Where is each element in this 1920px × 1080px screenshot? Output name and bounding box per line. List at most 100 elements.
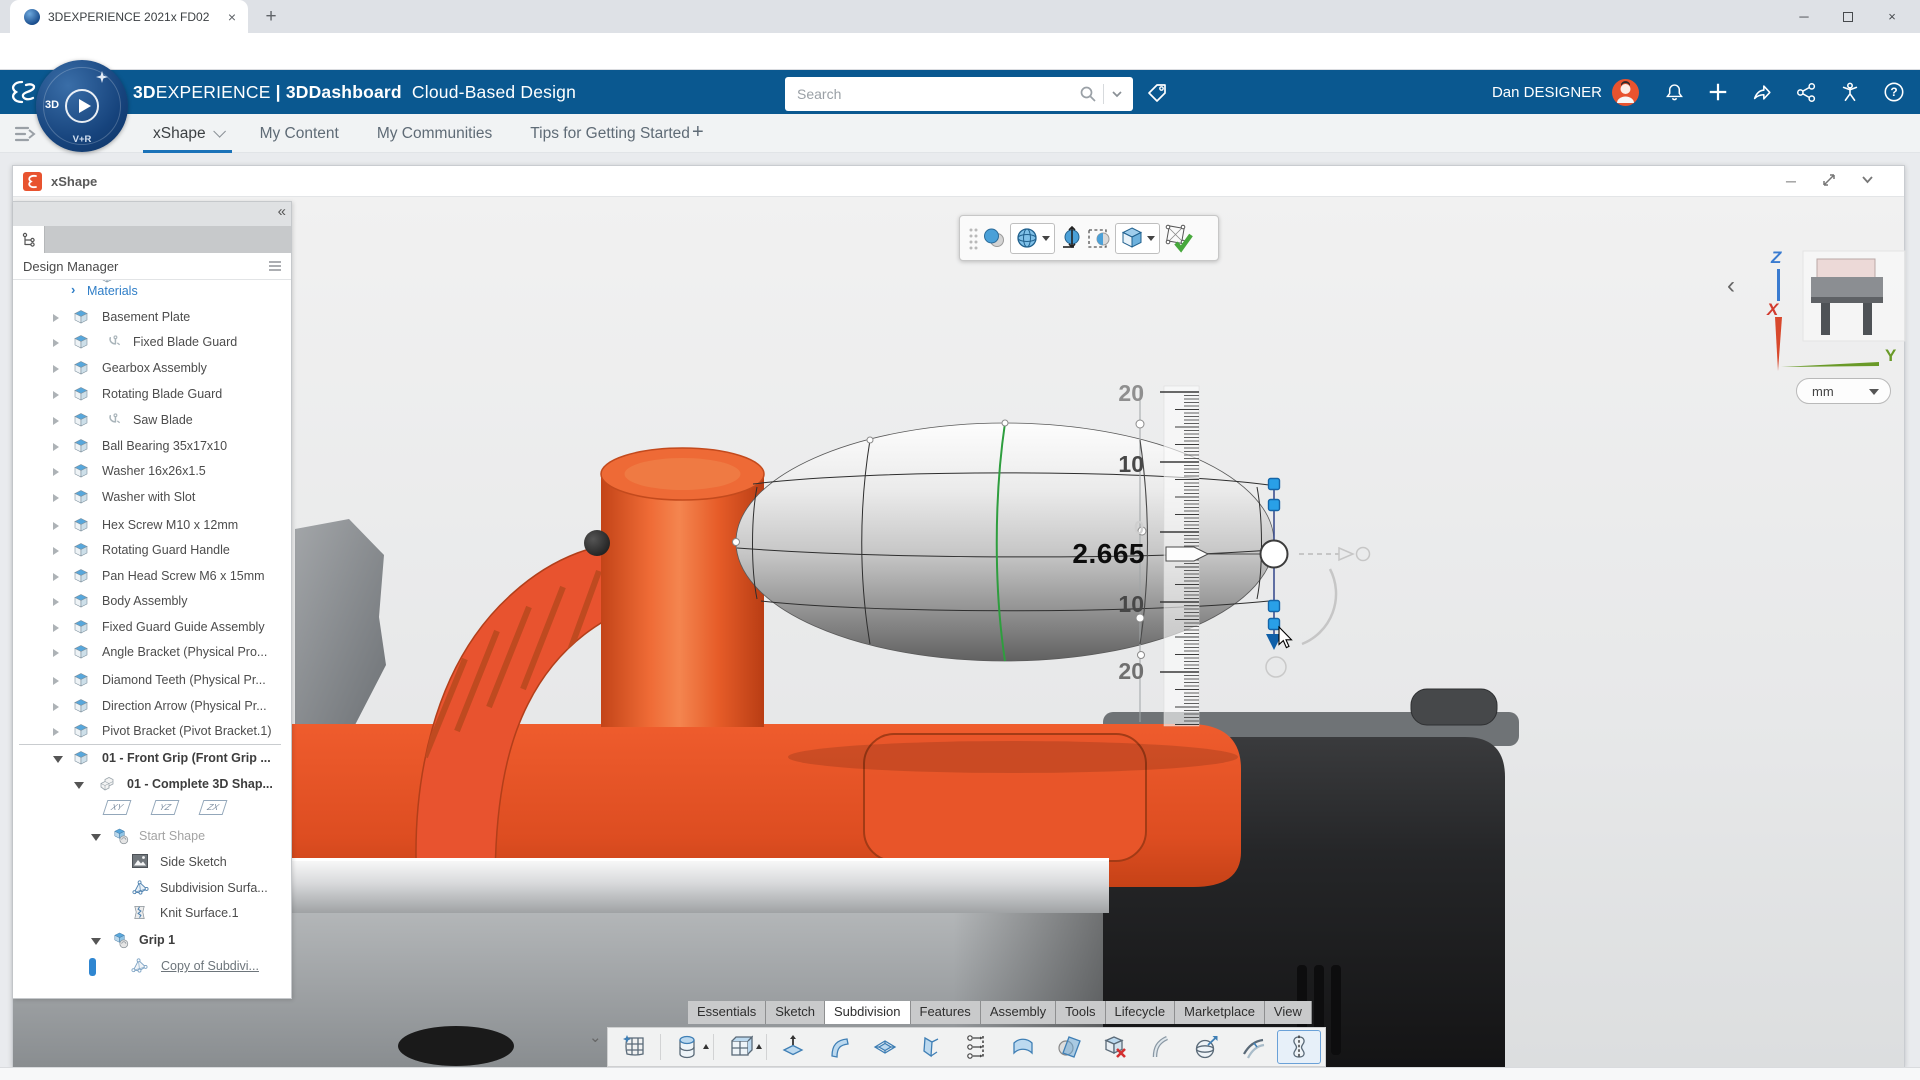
- ribbon-tab-view[interactable]: View: [1264, 1001, 1312, 1024]
- 3dswym-icon[interactable]: [1839, 81, 1861, 103]
- expander-collapsed-icon[interactable]: [53, 494, 59, 502]
- tree-item[interactable]: Knit Surface.1: [13, 902, 291, 926]
- search-icon[interactable]: [1079, 85, 1097, 103]
- expander-collapsed-icon[interactable]: [53, 649, 59, 657]
- plane-xy-icon[interactable]: XY: [102, 800, 132, 815]
- expander-collapsed-icon[interactable]: [53, 573, 59, 581]
- ok-confirm-icon[interactable]: [1164, 223, 1194, 253]
- extrude-face-icon[interactable]: [771, 1030, 815, 1064]
- delete-face-icon[interactable]: [1093, 1030, 1137, 1064]
- select-element-icon[interactable]: [1087, 226, 1111, 250]
- crease-face-icon[interactable]: [909, 1030, 953, 1064]
- curved-face-icon[interactable]: [1001, 1030, 1045, 1064]
- tree-item[interactable]: Pivot Bracket (Pivot Bracket.1): [13, 720, 291, 744]
- tree-item[interactable]: Grip 1: [13, 929, 291, 953]
- cylinder-primitive-icon[interactable]: [665, 1030, 709, 1064]
- share-arrow-icon[interactable]: [1751, 81, 1773, 103]
- tree-item[interactable]: Angle Bracket (Physical Pro...: [13, 641, 291, 665]
- plane-yz-icon[interactable]: YZ: [150, 800, 180, 815]
- axis-triad[interactable]: Z X Y: [1759, 248, 1919, 379]
- expander-collapsed-icon[interactable]: [53, 314, 59, 322]
- tree-item[interactable]: Body Assembly: [13, 590, 291, 614]
- tree-item[interactable]: Ball Bearing 35x17x10: [13, 435, 291, 459]
- expander-collapsed-icon[interactable]: [53, 468, 59, 476]
- expander-expanded-icon[interactable]: [91, 834, 101, 841]
- tree-item[interactable]: Rotating Blade Guard: [13, 383, 291, 407]
- new-tab-button[interactable]: +: [258, 4, 284, 30]
- user-menu[interactable]: Dan DESIGNER: [1492, 78, 1639, 106]
- tree-item[interactable]: Fixed Blade Guard: [13, 331, 291, 355]
- tree-item[interactable]: Gearbox Assembly: [13, 357, 291, 381]
- subdivision-display-dropdown[interactable]: [1010, 222, 1055, 254]
- expander-collapsed-icon[interactable]: [53, 443, 59, 451]
- ribbon-tab-subdivision[interactable]: Subdivision: [825, 1001, 911, 1024]
- view-panel-chevron-icon[interactable]: ‹: [1727, 272, 1735, 300]
- expander-collapsed-icon[interactable]: [53, 598, 59, 606]
- panel-menu-icon[interactable]: [268, 260, 282, 272]
- mirror-symmetry-icon[interactable]: [1277, 1030, 1321, 1064]
- expander-collapsed-icon[interactable]: [53, 547, 59, 555]
- ribbon-tab-sketch[interactable]: Sketch: [766, 1001, 825, 1024]
- display-spheres-icon[interactable]: [982, 226, 1006, 250]
- 3ds-compass-logo[interactable]: 3D V+R: [36, 60, 128, 152]
- ribbon-tab-features[interactable]: Features: [910, 1001, 981, 1024]
- sphere-modify-icon[interactable]: [1185, 1030, 1229, 1064]
- expander-collapsed-icon[interactable]: [53, 624, 59, 632]
- ribbon-tab-assembly[interactable]: Assembly: [980, 1001, 1057, 1024]
- expander-collapsed-icon[interactable]: [53, 391, 59, 399]
- app-minimize-icon[interactable]: ─: [1782, 173, 1800, 191]
- tree-item[interactable]: Side Sketch: [13, 851, 291, 875]
- tree-item[interactable]: 01 - Complete 3D Shap...: [13, 773, 291, 797]
- panel-toggle-icon[interactable]: [12, 121, 38, 147]
- tree-item[interactable]: Pan Head Screw M6 x 15mm: [13, 565, 291, 589]
- box-primitive-icon[interactable]: [718, 1030, 762, 1064]
- close-window-button[interactable]: ×: [1870, 0, 1914, 33]
- front-grip-cylinder[interactable]: [584, 447, 765, 727]
- share-network-icon[interactable]: [1795, 81, 1817, 103]
- tree-tab[interactable]: [13, 226, 45, 253]
- tree-item[interactable]: Washer 16x26x1.5: [13, 460, 291, 484]
- tree-item[interactable]: Fixed Guard Guide Assembly: [13, 616, 291, 640]
- expander-expanded-icon[interactable]: [74, 782, 84, 789]
- browser-tab[interactable]: 3DEXPERIENCE 2021x FD02 ×: [10, 0, 248, 33]
- expander-collapsed-icon[interactable]: [53, 417, 59, 425]
- expander-collapsed-icon[interactable]: [53, 728, 59, 736]
- app-collapse-chevron-icon[interactable]: [1858, 173, 1876, 191]
- inset-face-icon[interactable]: [863, 1030, 907, 1064]
- minimize-window-button[interactable]: ─: [1782, 0, 1826, 33]
- nav-tab-tips-for-getting-started[interactable]: Tips for Getting Started: [520, 114, 700, 153]
- split-with-plane-icon[interactable]: [1047, 1030, 1091, 1064]
- expander-collapsed-icon[interactable]: [53, 677, 59, 685]
- bend-curve-icon[interactable]: [1139, 1030, 1183, 1064]
- tree-item[interactable]: Start Shape: [13, 825, 291, 849]
- cage-box-dropdown[interactable]: [1115, 222, 1160, 254]
- expander-expanded-icon[interactable]: [91, 938, 101, 945]
- ribbon-tab-lifecycle[interactable]: Lifecycle: [1105, 1001, 1176, 1024]
- add-dashboard-tab-button[interactable]: +: [684, 114, 712, 153]
- search-box[interactable]: [785, 77, 1133, 111]
- nav-tab-xshape[interactable]: xShape: [143, 114, 232, 153]
- plane-zx-icon[interactable]: ZX: [198, 800, 228, 815]
- expander-collapsed-icon[interactable]: [53, 365, 59, 373]
- add-content-icon[interactable]: [1707, 81, 1729, 103]
- panel-collapse-chevron-icon[interactable]: «: [278, 203, 286, 220]
- tree-item[interactable]: Washer with Slot: [13, 486, 291, 510]
- bend-surface-icon[interactable]: [817, 1030, 861, 1064]
- expander-collapsed-icon[interactable]: [53, 522, 59, 530]
- toolbar-collapse-chevron-icon[interactable]: ⌄: [589, 1028, 602, 1046]
- maximize-window-button[interactable]: [1826, 0, 1870, 33]
- expand-arrow-icon[interactable]: ›: [71, 282, 75, 297]
- avatar[interactable]: [1612, 78, 1639, 106]
- ribbon-tab-marketplace[interactable]: Marketplace: [1175, 1001, 1265, 1024]
- nav-tab-my-content[interactable]: My Content: [250, 114, 349, 153]
- ribbon-tab-essentials[interactable]: Essentials: [688, 1001, 767, 1024]
- tree-item[interactable]: Hex Screw M10 x 12mm: [13, 514, 291, 538]
- drag-handle-icon[interactable]: [968, 226, 978, 250]
- sketch-on-plane-icon[interactable]: [612, 1030, 656, 1064]
- tree-item[interactable]: Basement Plate: [13, 306, 291, 330]
- tag-icon[interactable]: [1145, 81, 1169, 105]
- tree-item[interactable]: Saw Blade: [13, 409, 291, 433]
- notifications-bell-icon[interactable]: [1663, 81, 1685, 103]
- match-points-icon[interactable]: [955, 1030, 999, 1064]
- tree-item[interactable]: Direction Arrow (Physical Pr...: [13, 695, 291, 719]
